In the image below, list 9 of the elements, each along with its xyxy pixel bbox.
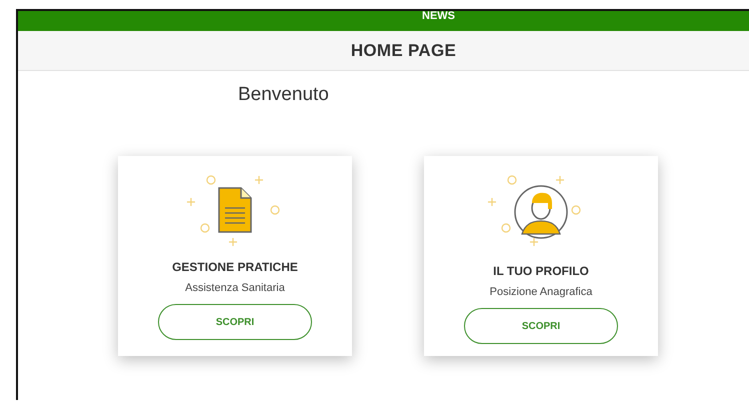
card-title: IL TUO PROFILO bbox=[493, 264, 589, 278]
welcome-text: Benvenuto bbox=[238, 84, 329, 105]
card-subtitle: Posizione Anagrafica bbox=[490, 286, 592, 298]
card-subtitle: Assistenza Sanitaria bbox=[185, 282, 285, 294]
discover-button[interactable]: SCOPRI bbox=[158, 304, 312, 340]
card-title: GESTIONE PRATICHE bbox=[172, 260, 298, 274]
page-title: HOME PAGE bbox=[350, 40, 456, 60]
news-link[interactable]: NEWS bbox=[422, 11, 455, 22]
discover-button[interactable]: SCOPRI bbox=[464, 308, 618, 344]
